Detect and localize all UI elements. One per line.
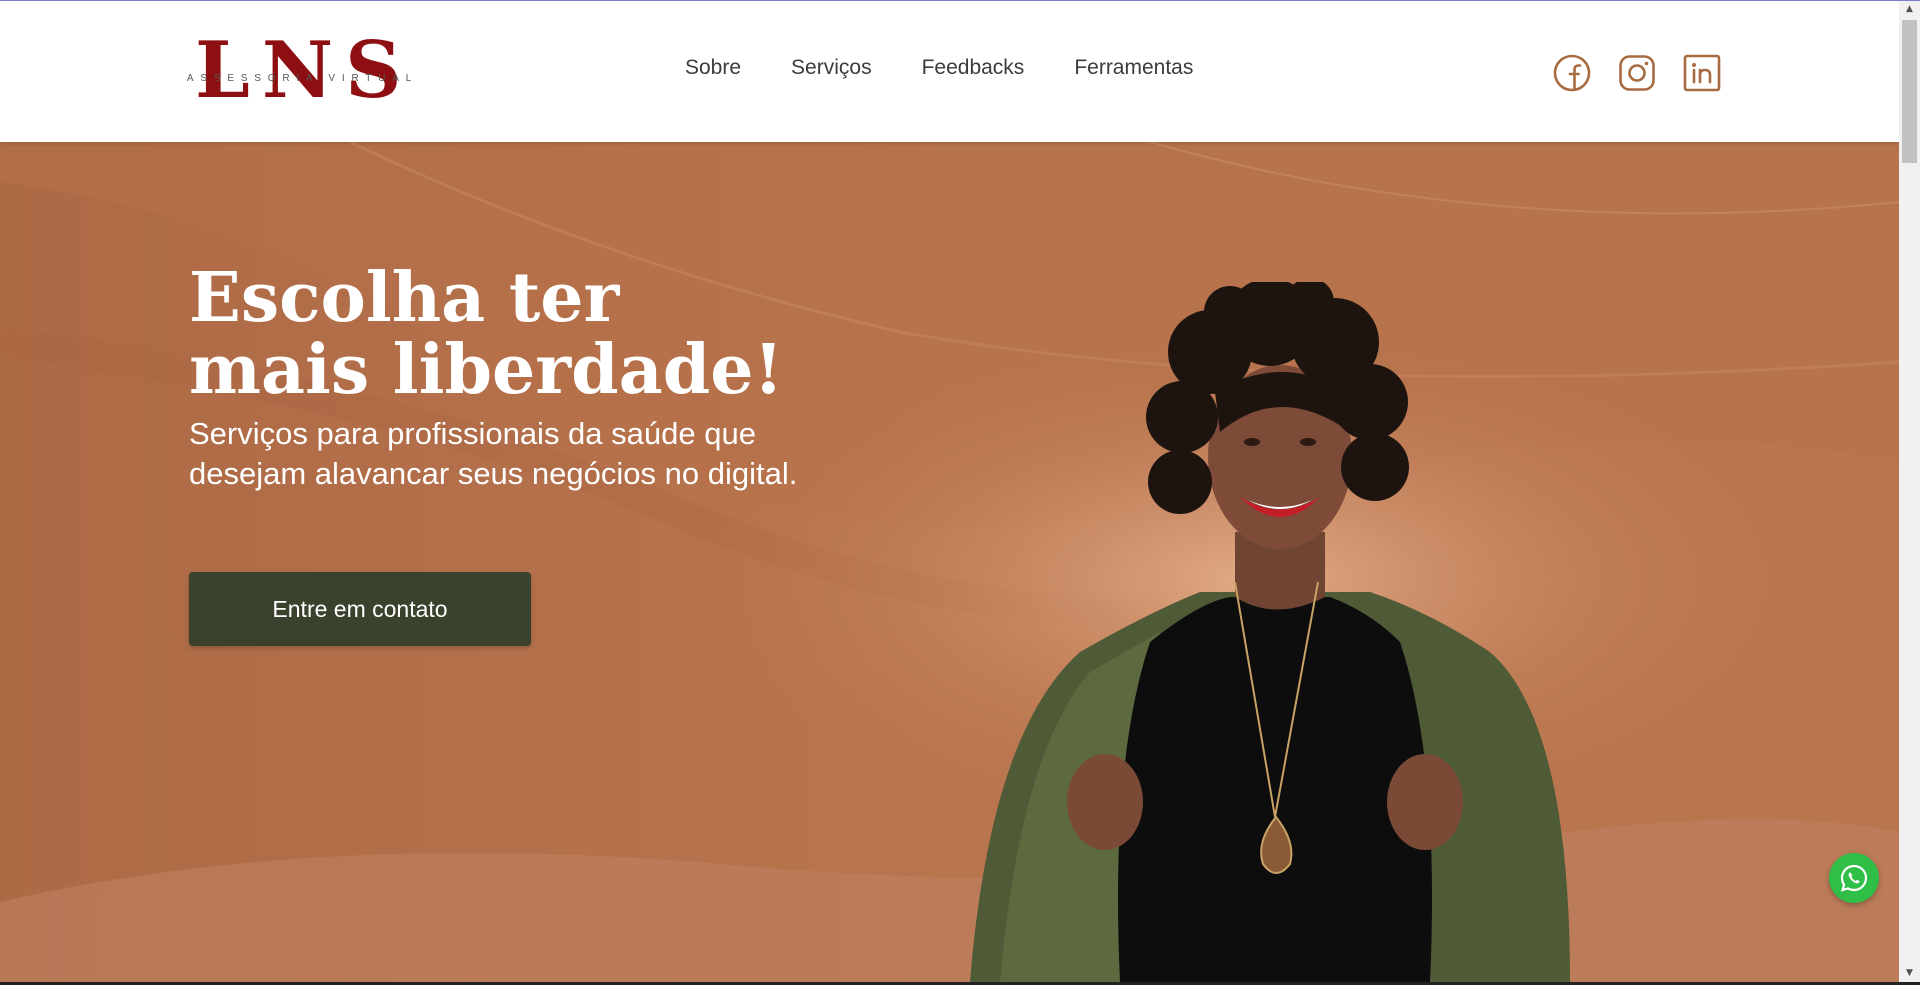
hero-section: Escolha ter mais liberdade! Serviços par… — [0, 142, 1899, 982]
scrollbar-thumb[interactable] — [1902, 20, 1917, 163]
nav-item-servicos[interactable]: Serviços — [791, 56, 872, 86]
site-header: LNS ASSESSORIA VIRTUAL Sobre Serviços Fe… — [0, 1, 1899, 142]
social-links — [1553, 54, 1721, 92]
contact-button[interactable]: Entre em contato — [189, 572, 531, 646]
nav-item-ferramentas[interactable]: Ferramentas — [1074, 56, 1193, 86]
whatsapp-icon — [1840, 864, 1868, 892]
logo[interactable]: LNS ASSESSORIA VIRTUAL — [180, 27, 425, 115]
facebook-icon[interactable] — [1553, 54, 1591, 92]
main-nav: Sobre Serviços Feedbacks Ferramentas — [685, 56, 1243, 86]
hero-title: Escolha ter mais liberdade! — [189, 258, 784, 410]
logo-subtitle: ASSESSORIA VIRTUAL — [186, 73, 419, 84]
instagram-icon[interactable] — [1618, 54, 1656, 92]
linkedin-icon[interactable] — [1683, 54, 1721, 92]
whatsapp-button[interactable] — [1829, 853, 1879, 903]
hero-portrait-image — [970, 282, 1570, 982]
nav-item-feedbacks[interactable]: Feedbacks — [922, 56, 1025, 86]
page-scrollbar[interactable]: ▲ ▼ — [1899, 1, 1920, 982]
logo-mark: LNS — [195, 25, 414, 116]
hero-subtitle: Serviços para profissionais da saúde que… — [189, 416, 798, 491]
scroll-down-arrow-icon[interactable]: ▼ — [1899, 965, 1920, 982]
scroll-up-arrow-icon[interactable]: ▲ — [1899, 1, 1920, 18]
nav-item-sobre[interactable]: Sobre — [685, 56, 741, 86]
